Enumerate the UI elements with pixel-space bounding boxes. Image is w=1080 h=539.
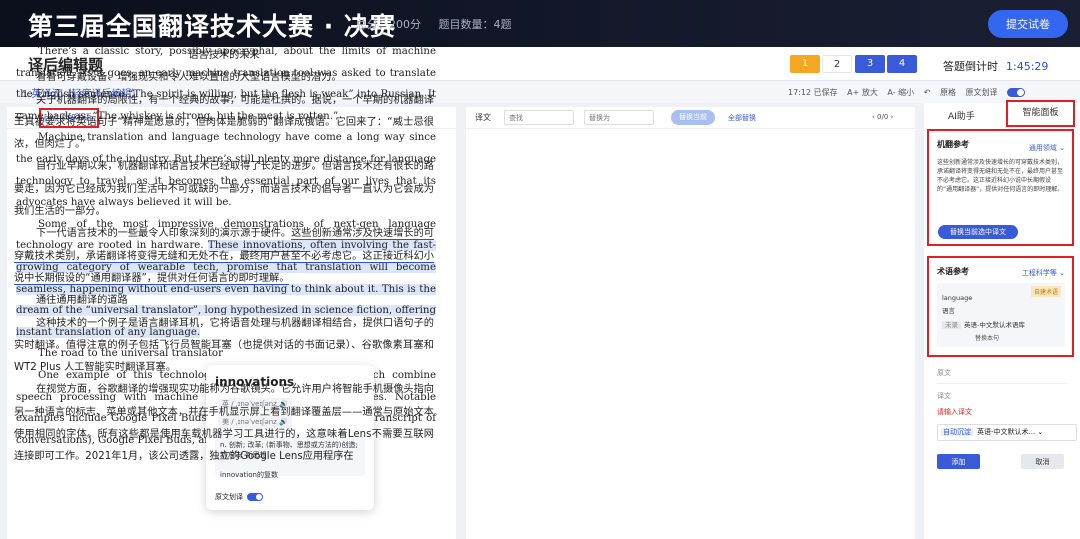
- term-base: 未录 英语-中文默认术语库: [942, 319, 1025, 329]
- term-target: 语言: [942, 307, 955, 315]
- match-count[interactable]: ‹ 0/0 ›: [872, 113, 893, 121]
- target-label: 译文: [475, 113, 491, 122]
- tab-smart-panel[interactable]: 智能面板: [1006, 100, 1075, 127]
- replace-selection-button[interactable]: 替换当前选中译文: [938, 225, 1018, 239]
- question-3-button[interactable]: 3: [855, 55, 885, 73]
- popup-source-split: 原文划译: [215, 492, 263, 502]
- mt-text: 这些创新通常涉及快速增长的可穿戴技术类别，承诺翻译将变得无缝和无处不在，最终用户…: [937, 159, 1064, 193]
- term-base-select[interactable]: 自动沉淀 英语-中文默认术... ⌄: [937, 424, 1077, 441]
- question-count: 题目数量：4题: [438, 18, 512, 31]
- target-paragraph: 在视觉方面，谷歌翻译的增强现实功能称为谷歌镜头。它允许用户将智能手机摄像头指向另…: [14, 384, 434, 463]
- submit-exam-button[interactable]: 提交试卷: [988, 10, 1068, 38]
- target-paragraph: 关于机器翻译的局限性，有一个经典的故事，可能是杜撰的。据说，一个早期的机器翻译工…: [14, 94, 434, 151]
- target-paragraph: 这种技术的一个例子是语言翻译耳机，它将语音处理与机器翻译相结合，提供口语句子的实…: [14, 317, 434, 374]
- term-reference: 术语参考 工程科学等 ⌄ 自建术语 language 语言 未录 英语-中文默认术…: [927, 256, 1074, 357]
- countdown-value: 1:45:29: [1006, 60, 1049, 73]
- side-panel: AI助手 智能面板 机翻参考 通用领域 ⌄ 这些创新通常涉及快速增长的可穿戴技术…: [924, 100, 1080, 539]
- target-paragraph: 看看可穿戴设备、增强现实和令人难以置信的大型语言模型的潜力。: [36, 72, 342, 84]
- exam-meta: 总分：200分 题目数量：4题: [356, 16, 526, 32]
- question-4-button[interactable]: 4: [887, 55, 917, 73]
- cancel-button[interactable]: 取消: [1021, 454, 1064, 469]
- replace-sentence-button[interactable]: 替换本句: [975, 333, 999, 342]
- replace-all-button[interactable]: 全部替换: [728, 113, 756, 123]
- mt-reference: 机翻参考 通用领域 ⌄ 这些创新通常涉及快速增长的可穿戴技术类别，承诺翻译将变得…: [927, 129, 1074, 246]
- plural-note: innovation的复数: [220, 471, 278, 479]
- target-paragraph: 通往通用翻译的道路: [36, 295, 128, 307]
- target-title: 语言技术的未来: [188, 50, 260, 61]
- add-button[interactable]: 添加: [937, 454, 980, 469]
- term-card: 自建术语 language 语言 未录 英语-中文默认术语库 替换本句: [937, 283, 1065, 347]
- replace-input[interactable]: [584, 110, 654, 125]
- term-source: language: [942, 294, 973, 302]
- replace-current-button[interactable]: 替换当前: [671, 110, 715, 125]
- original-format-button[interactable]: 原格: [940, 88, 956, 97]
- target-text[interactable]: 语言技术的未来 看看可穿戴设备、增强现实和令人难以置信的大型语言模型的潜力。 关…: [14, 45, 434, 469]
- zoom-in-button[interactable]: A+ 放大: [847, 88, 878, 97]
- source-split-toggle[interactable]: [1007, 88, 1026, 97]
- undo-icon[interactable]: ↶: [924, 88, 931, 97]
- mt-domain-select[interactable]: 通用领域 ⌄: [1029, 143, 1065, 153]
- target-field-hint: 请输入译文: [937, 408, 972, 416]
- contest-title: 第三届全国翻译技术大赛 · 决赛: [28, 12, 396, 41]
- target-field-label: 译文: [937, 392, 951, 400]
- target-paragraph: 自行业早期以来，机器翻译和语言技术已经取得了长足的进步。但语言技术还有很长的路要…: [14, 161, 434, 218]
- editor-tools: 17:12 已保存 A+ 放大 A- 缩小 ↶ 原格 原文划译: [788, 87, 1032, 98]
- side-tabs: AI助手 智能面板: [924, 100, 1080, 127]
- source-field[interactable]: [937, 383, 1067, 384]
- save-status: 17:12 已保存: [788, 88, 838, 97]
- pane-divider: [456, 107, 466, 539]
- source-split-label: 原文划译: [965, 88, 998, 97]
- countdown-label: 答题倒计时: [943, 60, 998, 73]
- find-replace-bar: 译文 替换当前 全部替换 ‹ 0/0 ›: [466, 107, 915, 129]
- target-paragraph: 下一代语言技术的一些最令人印象深刻的演示源于硬件。这些创新通常涉及快速增长的可穿…: [14, 228, 434, 285]
- term-tag: 自建术语: [1030, 286, 1061, 297]
- total-score: 总分：200分: [356, 18, 421, 31]
- countdown: 答题倒计时 1:45:29: [943, 58, 1048, 74]
- zoom-out-button[interactable]: A- 缩小: [887, 88, 914, 97]
- top-bar: 第三届全国翻译技术大赛 · 决赛 总分：200分 题目数量：4题 提交试卷: [0, 0, 1080, 47]
- question-2-button[interactable]: 2: [822, 55, 852, 73]
- find-input[interactable]: [504, 110, 574, 125]
- term-domain-select[interactable]: 工程科学等 ⌄: [1022, 268, 1065, 278]
- popup-source-split-toggle[interactable]: [247, 493, 263, 501]
- question-1-button[interactable]: 1: [790, 55, 820, 73]
- source-field-label: 原文: [937, 369, 951, 377]
- target-pane: 译文 替换当前 全部替换 ‹ 0/0 ›: [466, 107, 915, 539]
- tab-ai-assistant[interactable]: AI助手: [948, 109, 975, 122]
